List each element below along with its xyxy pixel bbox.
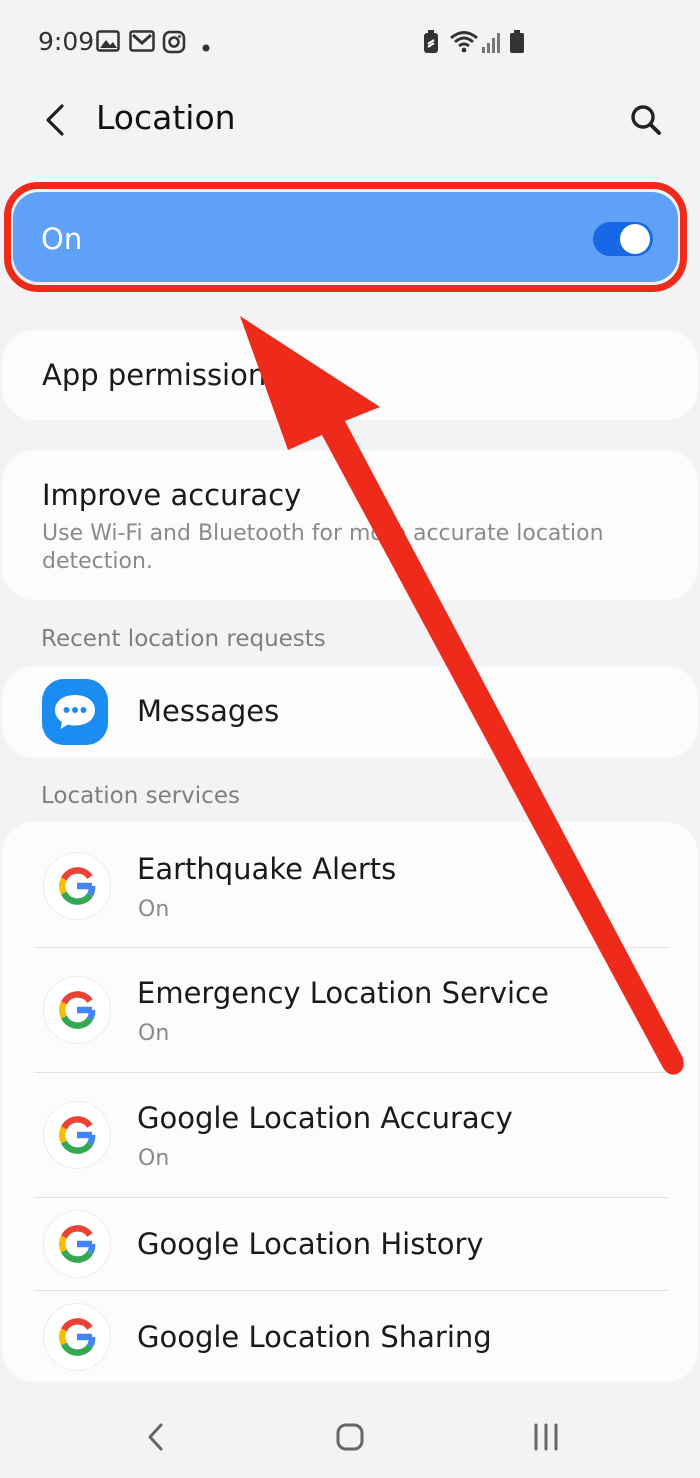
app-permissions-label: App permissions — [42, 358, 282, 392]
service-title: Google Location Sharing — [137, 1320, 492, 1354]
nav-home-button[interactable] — [320, 1414, 380, 1464]
service-title: Earthquake Alerts — [137, 852, 397, 886]
google-icon — [44, 977, 110, 1043]
toggle-knob — [620, 224, 650, 254]
back-button[interactable] — [30, 94, 80, 150]
location-services-section-title: Location services — [41, 783, 240, 809]
status-time: 9:09 — [38, 27, 95, 56]
back-nav-icon — [145, 1422, 165, 1456]
wifi-icon — [449, 30, 479, 58]
recents-nav-icon — [531, 1422, 561, 1456]
improve-accuracy-subtitle: Use Wi-Fi and Bluetooth for more accurat… — [42, 521, 604, 574]
status-bar: 9:09 — [0, 0, 700, 88]
signal-icon — [481, 30, 503, 58]
google-icon — [44, 1211, 110, 1277]
google-icon — [44, 1304, 110, 1370]
gallery-icon — [96, 30, 120, 56]
service-status: On — [138, 897, 170, 922]
google-icon — [44, 853, 110, 919]
page-title: Location — [96, 98, 236, 137]
service-title: Google Location Accuracy — [137, 1101, 513, 1135]
service-title: Emergency Location Service — [137, 976, 549, 1010]
google-icon — [44, 1102, 110, 1168]
notification-dot-icon — [201, 38, 211, 57]
location-settings-screen: 9:09 Location On App permissions Improve… — [0, 0, 700, 1478]
search-button[interactable] — [618, 94, 674, 150]
service-status: On — [138, 1021, 170, 1046]
search-icon — [629, 103, 663, 141]
nav-back-button[interactable] — [125, 1414, 185, 1464]
service-google-location-sharing[interactable]: Google Location Sharing — [2, 1291, 698, 1382]
master-switch-label: On — [41, 222, 83, 256]
nav-recents-button[interactable] — [516, 1414, 576, 1464]
battery-saver-icon — [423, 30, 439, 58]
service-earthquake-alerts[interactable]: Earthquake Alerts On — [2, 822, 698, 947]
improve-accuracy-item[interactable]: Improve accuracy Use Wi-Fi and Bluetooth… — [2, 450, 698, 600]
chevron-left-icon — [43, 103, 67, 141]
recent-request-messages[interactable]: Messages — [2, 666, 698, 758]
app-permissions-item[interactable]: App permissions — [2, 330, 698, 420]
service-emergency-location[interactable]: Emergency Location Service On — [2, 948, 698, 1072]
instagram-icon — [162, 30, 186, 58]
service-status: On — [138, 1146, 170, 1171]
system-nav-bar — [0, 1400, 700, 1478]
improve-accuracy-title: Improve accuracy — [42, 478, 302, 512]
location-master-switch[interactable]: On — [13, 192, 678, 282]
recent-request-label: Messages — [137, 694, 280, 728]
messages-icon — [42, 679, 108, 745]
gmail-icon — [129, 30, 155, 56]
home-nav-icon — [335, 1422, 365, 1456]
recent-requests-section-title: Recent location requests — [41, 626, 326, 652]
battery-icon — [509, 30, 525, 58]
location-services-list: Earthquake Alerts On Emergency Location … — [2, 822, 698, 1382]
app-bar: Location — [0, 88, 700, 158]
service-google-location-accuracy[interactable]: Google Location Accuracy On — [2, 1073, 698, 1197]
service-title: Google Location History — [137, 1227, 484, 1261]
service-google-location-history[interactable]: Google Location History — [2, 1198, 698, 1290]
location-toggle[interactable] — [593, 222, 653, 256]
